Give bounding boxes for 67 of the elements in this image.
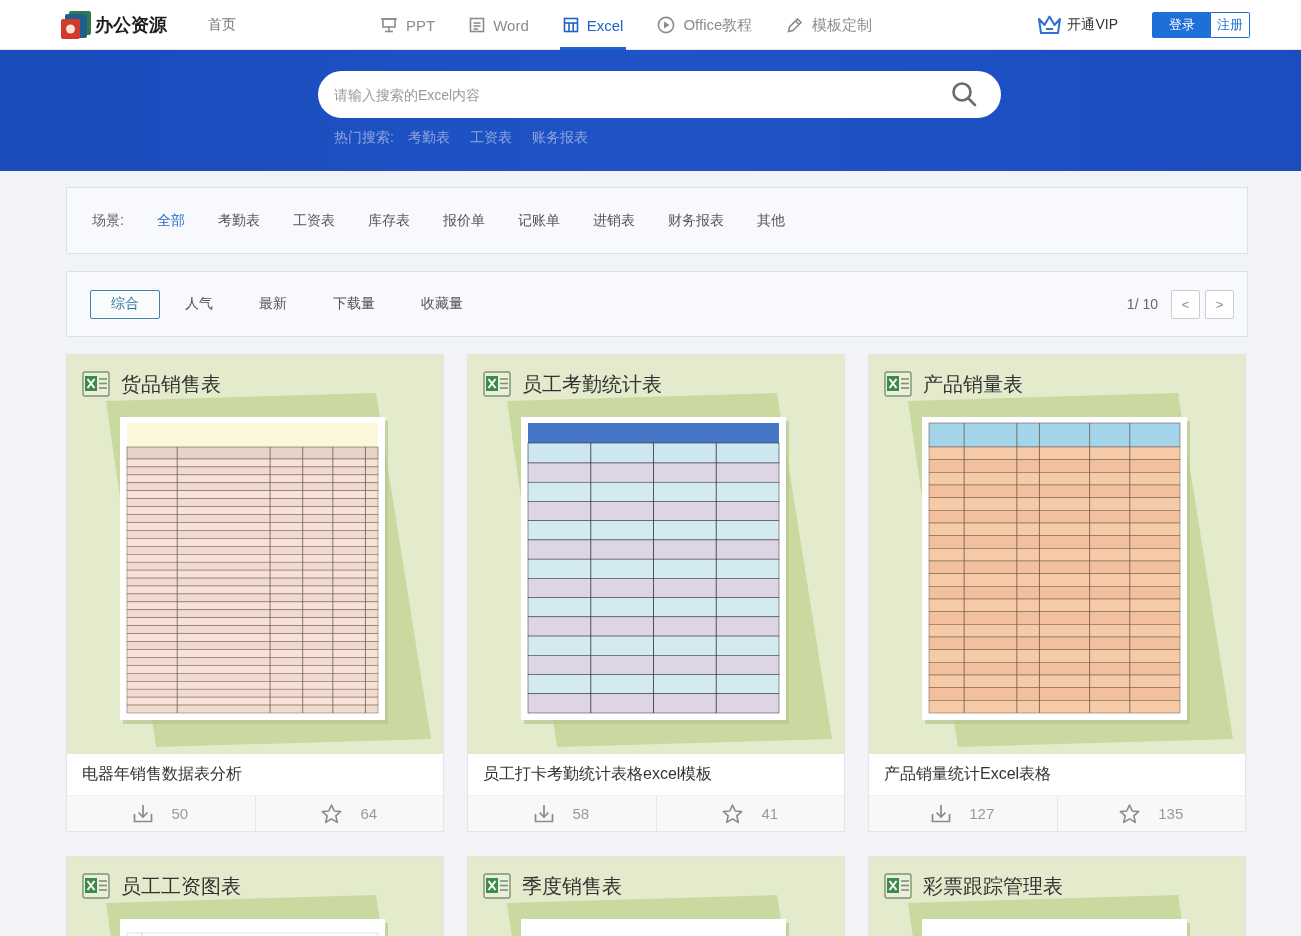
document-icon <box>469 17 486 33</box>
vip-link[interactable]: 开通VIP <box>1037 13 1118 36</box>
download-icon <box>534 804 555 823</box>
sort-tab[interactable]: 最新 <box>238 289 308 319</box>
download-icon <box>133 804 154 823</box>
star-icon <box>722 803 744 824</box>
scene-filter-item[interactable]: 其他 <box>756 211 785 230</box>
template-thumbnail[interactable]: 员工考勤统计表 <box>468 355 844 754</box>
template-card[interactable]: 货品销售表 电器年销售数据表分析 50 64 <box>66 354 444 832</box>
nav-tab[interactable]: 模板定制 <box>783 0 876 50</box>
template-card[interactable]: 员工考勤统计表 员工打卡考勤统计表格excel模板 58 41 <box>467 354 845 832</box>
scene-filter-item[interactable]: 工资表 <box>292 211 335 230</box>
spreadsheet-icon <box>884 371 912 397</box>
presentation-icon <box>380 17 398 33</box>
scene-filter-item[interactable]: 财务报表 <box>667 211 724 230</box>
play-icon <box>657 16 676 34</box>
spreadsheet-icon <box>483 873 511 899</box>
thumbnail-title: 季度销售表 <box>522 873 622 899</box>
star-icon <box>1119 803 1141 824</box>
template-thumbnail[interactable]: 季度销售表 <box>468 857 844 936</box>
scene-filter-item[interactable]: 记账单 <box>517 211 560 230</box>
thumbnail-title: 员工考勤统计表 <box>522 371 662 397</box>
template-title[interactable]: 电器年销售数据表分析 <box>82 764 242 785</box>
search-icon <box>951 81 977 107</box>
spreadsheet-icon <box>82 371 110 397</box>
sort-tab[interactable]: 收藏量 <box>400 289 484 319</box>
site-logo-text[interactable]: 办公资源 <box>95 12 167 37</box>
thumbnail-title: 货品销售表 <box>121 371 221 397</box>
books-logo-icon[interactable] <box>60 9 92 40</box>
scene-filter-item[interactable]: 报价单 <box>442 211 485 230</box>
home-link[interactable]: 首页 <box>208 15 236 34</box>
thumbnail-title: 员工工资图表 <box>121 873 241 899</box>
sort-tab[interactable]: 综合 <box>90 289 160 319</box>
template-thumbnail[interactable]: 产品销量表 <box>869 355 1245 754</box>
spreadsheet-icon <box>483 371 511 397</box>
search-field[interactable]: 请输入搜索的Excel内容 <box>318 71 1001 118</box>
crown-icon <box>1037 13 1063 36</box>
template-card[interactable]: 产品销量表 产品销量统计Excel表格 127 135 <box>868 354 1246 832</box>
hot-search-label: 热门搜索: <box>334 129 394 147</box>
template-thumbnail[interactable]: 货品销售表 <box>67 355 443 754</box>
sort-tab[interactable]: 人气 <box>164 289 234 319</box>
thumbnail-title: 彩票跟踪管理表 <box>923 873 1063 899</box>
star-icon <box>321 803 343 824</box>
scene-filter-item[interactable]: 库存表 <box>367 211 410 230</box>
scene-filter-item[interactable]: 进销表 <box>592 211 635 230</box>
nav-tab[interactable]: Office教程 <box>654 0 756 50</box>
search-button[interactable] <box>951 81 977 107</box>
download-icon <box>931 804 952 823</box>
scene-label: 场景: <box>92 211 124 230</box>
register-button[interactable]: 注册 <box>1211 11 1250 38</box>
next-page-button[interactable]: > <box>1205 289 1234 319</box>
template-thumbnail[interactable]: 彩票跟踪管理表 <box>869 857 1245 936</box>
nav-tab[interactable]: Word <box>466 0 532 50</box>
scene-filter-item[interactable]: 全部 <box>156 211 185 230</box>
template-title[interactable]: 员工打卡考勤统计表格excel模板 <box>483 764 713 785</box>
template-thumbnail[interactable]: 员工工资图表 <box>67 857 443 936</box>
scene-filter-item[interactable]: 考勤表 <box>217 211 260 230</box>
template-title[interactable]: 产品销量统计Excel表格 <box>884 764 1052 785</box>
pencil-icon <box>786 16 805 34</box>
previous-page-button[interactable]: < <box>1171 289 1200 319</box>
thumbnail-title: 产品销量表 <box>923 371 1023 397</box>
spreadsheet-icon <box>884 873 912 899</box>
sort-tab[interactable]: 下载量 <box>312 289 396 319</box>
login-button[interactable]: 登录 <box>1152 11 1211 38</box>
spreadsheet-icon <box>82 873 110 899</box>
table-icon <box>562 17 579 33</box>
page-indicator: 1/ 10 <box>1126 296 1158 312</box>
